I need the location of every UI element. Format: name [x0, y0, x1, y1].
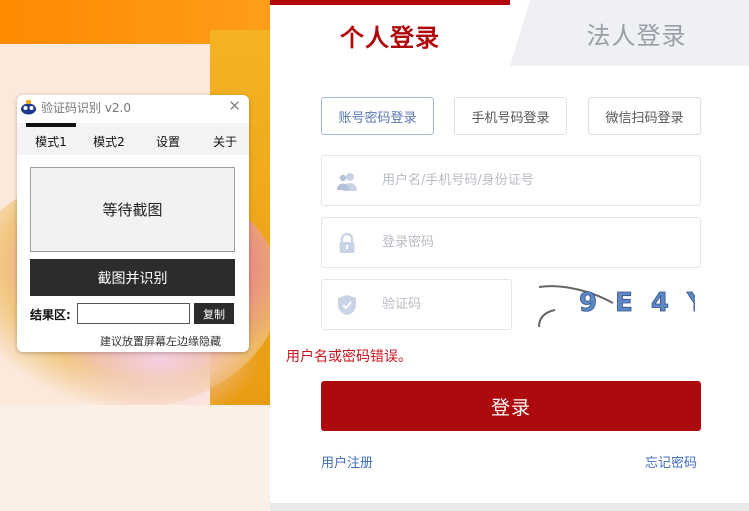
shield-icon: [338, 295, 356, 315]
tab-personal-login[interactable]: 个人登录: [270, 0, 510, 66]
ocr-mode-tabs: 模式1 模式2 设置 关于: [17, 123, 249, 155]
method-label: 账号密码登录: [338, 110, 417, 126]
placement-hint: 建议放置屏幕左边缘隐藏: [100, 335, 221, 348]
tab-personal-label: 个人登录: [340, 24, 440, 52]
captcha-input[interactable]: 验证码: [321, 279, 512, 330]
copy-button-label: 复制: [203, 307, 225, 321]
login-error-message: 用户名或密码错误。: [286, 349, 412, 365]
wechat-login-button[interactable]: 微信扫码登录: [588, 97, 701, 135]
phone-login-button[interactable]: 手机号码登录: [454, 97, 567, 135]
captcha-ocr-window: 验证码识别 v2.0 ✕ 模式1 模式2 设置 关于 等待截图 截图并识别 结果…: [17, 95, 249, 352]
copy-button[interactable]: 复制: [194, 303, 234, 324]
ocr-window-titlebar[interactable]: 验证码识别 v2.0 ✕: [17, 95, 249, 119]
capture-button-label: 截图并识别: [97, 270, 168, 287]
user-icon: [337, 173, 357, 191]
bg-bottom: [0, 405, 270, 511]
username-placeholder: 用户名/手机号码/身份证号: [382, 173, 534, 188]
login-tab-bar: 个人登录 法人登录: [270, 0, 749, 66]
tab-about[interactable]: 关于: [201, 123, 249, 155]
captcha-characters: 9E4Y: [579, 288, 695, 318]
close-icon[interactable]: ✕: [228, 97, 241, 115]
result-label: 结果区:: [30, 308, 71, 322]
tab-settings[interactable]: 设置: [143, 123, 193, 155]
app-icon: [21, 100, 36, 115]
login-submit-label: 登录: [490, 396, 531, 419]
captcha-placeholder: 验证码: [382, 297, 422, 312]
tab-mode-2[interactable]: 模式2: [84, 123, 134, 155]
screenshot-preview: 等待截图: [30, 167, 235, 252]
account-password-login-button[interactable]: 账号密码登录: [321, 97, 434, 135]
panel-bottom-shadow: [270, 503, 749, 511]
method-label: 手机号码登录: [471, 110, 550, 126]
capture-recognize-button[interactable]: 截图并识别: [30, 259, 235, 296]
tab-mode-1[interactable]: 模式1: [26, 123, 76, 155]
password-input[interactable]: 登录密码: [321, 217, 701, 268]
preview-status-text: 等待截图: [102, 201, 163, 219]
lock-icon: [339, 232, 355, 253]
method-label: 微信扫码登录: [605, 110, 684, 126]
forgot-password-link[interactable]: 忘记密码: [645, 452, 697, 471]
ocr-window-title: 验证码识别 v2.0: [41, 101, 132, 115]
tab-corporate-label: 法人登录: [586, 21, 687, 50]
result-input[interactable]: [77, 303, 190, 324]
login-submit-button[interactable]: 登录: [321, 381, 701, 431]
password-placeholder: 登录密码: [382, 235, 435, 250]
username-input[interactable]: 用户名/手机号码/身份证号: [321, 155, 701, 206]
register-link[interactable]: 用户注册: [321, 452, 373, 471]
captcha-image[interactable]: 9E4Y: [535, 279, 695, 331]
tab-corporate-login[interactable]: 法人登录: [510, 0, 749, 66]
login-panel: 个人登录 法人登录 账号密码登录 手机号码登录 微信扫码登录 用户名/手机号码/…: [270, 0, 749, 504]
